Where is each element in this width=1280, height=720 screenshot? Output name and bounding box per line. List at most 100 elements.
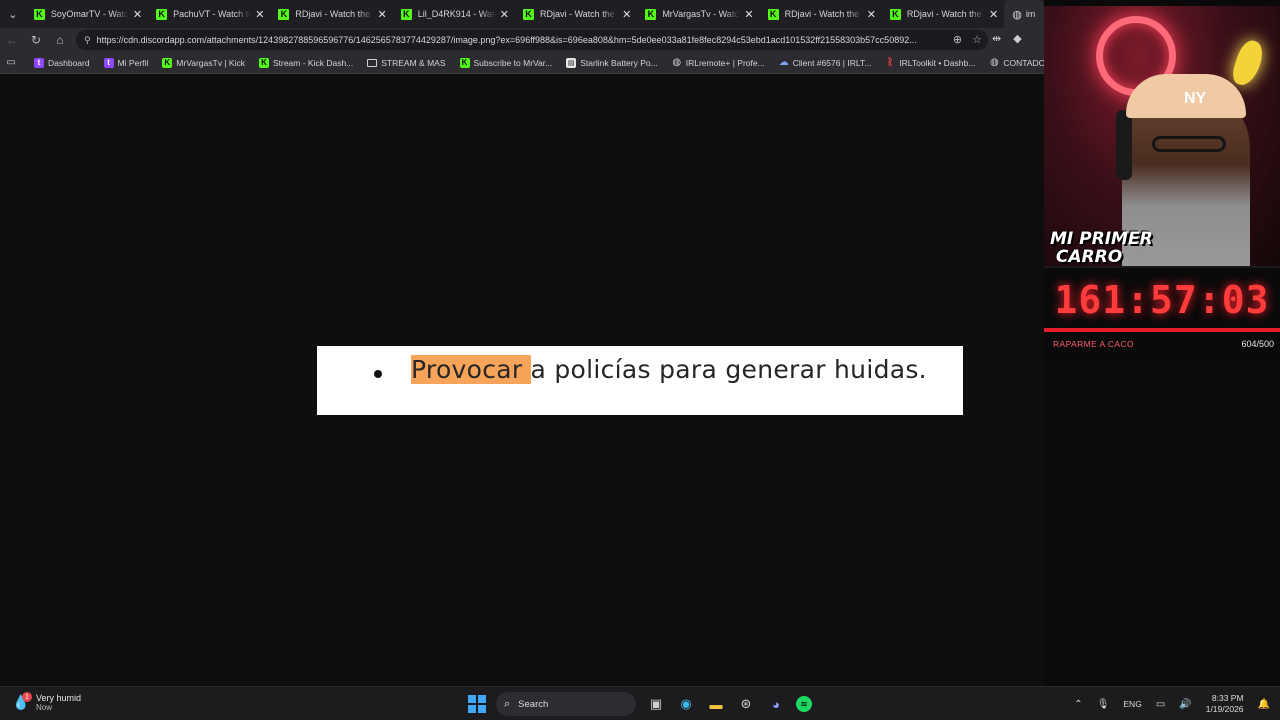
tab-title: PachuVT - Watch the VO xyxy=(173,9,252,19)
refresh-icon[interactable]: ↻ xyxy=(24,33,48,47)
neon-banana xyxy=(1229,37,1267,89)
tab-title: RDjavi - Watch the VOD xyxy=(784,9,863,19)
bookmark-stream-kick-dash[interactable]: K Stream - Kick Dash... xyxy=(258,57,353,68)
browser-tab[interactable]: K RDjavi - Watch the VOD ✕ xyxy=(515,0,637,28)
irltoolkit-icon: ᚱ xyxy=(887,57,894,68)
globe-icon: ◍ xyxy=(672,57,682,68)
headset xyxy=(1116,110,1132,180)
close-icon[interactable]: ✕ xyxy=(133,8,142,21)
menu-icon: ▭ xyxy=(6,57,16,68)
folder-icon xyxy=(367,58,378,67)
bookmark-client[interactable]: ☁ Client #6576 | IRLT... xyxy=(779,57,872,68)
edge-browser-icon[interactable]: ◉ xyxy=(676,694,696,714)
clock-time: 8:33 PM xyxy=(1211,693,1244,703)
notification-badge: 1 xyxy=(22,692,32,702)
weather-subtitle: Now xyxy=(36,703,53,712)
task-view-icon[interactable]: ▣ xyxy=(646,694,666,714)
glasses xyxy=(1152,136,1226,152)
bookmark-mi-perfil[interactable]: t Mi Perfil xyxy=(103,57,148,68)
back-arrow-icon[interactable]: ← xyxy=(0,33,24,47)
kick-icon: K xyxy=(645,8,657,20)
browser-tab[interactable]: K Lil_D4RK914 - Watch th ✕ xyxy=(393,0,515,28)
kick-icon: K xyxy=(767,8,779,20)
bookmark-subscribe[interactable]: K Subscribe to MrVar... xyxy=(459,57,552,68)
home-icon[interactable]: ⌂ xyxy=(48,33,72,47)
browser-tab[interactable]: K MrVargasTv - Watch the ✕ xyxy=(637,0,759,28)
bookmark-irlremote[interactable]: ◍ IRLremote+ | Profe... xyxy=(672,57,764,68)
clock[interactable]: 8:33 PM 1/19/2026 xyxy=(1206,693,1244,715)
browser-tab[interactable]: K RDjavi - Watch the VOD ✕ xyxy=(882,0,1004,28)
bookmarks-bar: ▭ t Dashboard t Mi Perfil K MrVargasTv | Ki… xyxy=(0,52,1051,74)
windows-start-icon[interactable] xyxy=(468,695,486,713)
cap-logo: NY xyxy=(1184,90,1207,107)
kick-icon: K xyxy=(258,57,269,68)
close-icon[interactable]: ✕ xyxy=(500,8,509,21)
tab-title: RDjavi - Watch the VOD xyxy=(540,9,618,19)
language-indicator[interactable]: ENG xyxy=(1123,699,1141,709)
globe-icon: ◍ xyxy=(989,57,999,68)
microphone-icon[interactable]: 🎙 xyxy=(1097,699,1110,710)
notification-bell-icon[interactable]: 🔔 xyxy=(1258,699,1270,710)
image-text-rest: a policías para generar huidas. xyxy=(530,355,927,384)
kick-icon: K xyxy=(889,8,901,20)
browser-tab[interactable]: K RDjavi - Watch the VOD ✕ xyxy=(270,0,392,28)
goal-count: 604/500 xyxy=(1241,339,1274,349)
weather-icon: 💧 1 xyxy=(12,692,32,712)
displayed-image[interactable]: Provocar a policías para generar huidas. xyxy=(317,346,963,415)
bookmark-starlink[interactable]: ▤ Starlink Battery Po... xyxy=(566,57,658,68)
twitch-icon: t xyxy=(103,57,114,68)
close-icon[interactable]: ✕ xyxy=(989,8,998,21)
spotify-icon[interactable]: ≋ xyxy=(796,696,812,712)
close-icon[interactable]: ✕ xyxy=(867,8,876,21)
taskbar: 💧 1 Very humid Now ⌕ Search ▣ ◉ ▬ ⊛ ◕ ≋ ⌃… xyxy=(0,686,1280,720)
webcam-feed: NY MI PRIMER CARRO xyxy=(1044,6,1280,268)
taskbar-search[interactable]: ⌕ Search xyxy=(496,692,636,716)
site-info-icon[interactable]: ⚲ xyxy=(84,35,91,46)
split-screen-icon[interactable]: ⇹ xyxy=(992,32,1001,45)
subathon-timer: 161:57:03 xyxy=(1054,278,1270,322)
kick-icon: K xyxy=(156,8,168,20)
goal-progress-fill xyxy=(1044,328,1280,332)
favorite-star-icon[interactable]: ☆ xyxy=(972,33,982,46)
bookmark-mrvargastv-kick[interactable]: K MrVargasTv | Kick xyxy=(162,57,245,68)
bookmark-menu[interactable]: ▭ xyxy=(6,57,20,68)
zoom-icon[interactable]: ⊕ xyxy=(953,33,962,46)
obs-icon[interactable]: ⊛ xyxy=(736,694,756,714)
weather-title: Very humid xyxy=(36,693,82,703)
volume-icon[interactable]: 🔊 xyxy=(1179,699,1191,710)
browser-tab[interactable]: K RDjavi - Watch the VOD ✕ xyxy=(760,0,882,28)
bookmark-folder-stream-mas[interactable]: STREAM & MAS xyxy=(367,58,446,68)
url-field[interactable]: ⚲ https://cdn.discordapp.com/attachments… xyxy=(76,30,988,50)
goal-label: RAPARME A CACO xyxy=(1053,339,1135,349)
bookmark-contador[interactable]: ◍ CONTADOR xyxy=(989,57,1051,68)
tab-title: RDjavi - Watch the VOD xyxy=(906,9,985,19)
discord-icon[interactable]: ◕ xyxy=(766,694,786,714)
tab-bar: ⌄ K SoyOmarTV - Watch the ✕ K PachuVT - … xyxy=(0,0,1045,28)
browser-tab[interactable]: K PachuVT - Watch the VO ✕ xyxy=(148,0,270,28)
close-icon[interactable]: ✕ xyxy=(255,8,264,21)
file-explorer-icon[interactable]: ▬ xyxy=(706,694,726,714)
bookmark-irltoolkit[interactable]: ᚱ IRLToolkit • Dashb... xyxy=(885,57,975,68)
tab-title: RDjavi - Watch the VOD xyxy=(295,9,373,19)
taskbar-apps: ⌕ Search ▣ ◉ ▬ ⊛ ◕ ≋ xyxy=(468,692,812,716)
browser-tab-active[interactable]: ◍ im xyxy=(1004,0,1045,28)
kick-icon: K xyxy=(162,57,173,68)
system-tray: ⌃ 🎙 ENG ▭ 🔊 8:33 PM 1/19/2026 🔔 xyxy=(1074,693,1270,715)
highlighted-word: Provocar xyxy=(411,355,531,384)
network-icon[interactable]: ▭ xyxy=(1156,699,1165,710)
kick-icon: K xyxy=(33,8,45,20)
chevron-up-icon[interactable]: ⌃ xyxy=(1074,699,1082,710)
close-icon[interactable]: ✕ xyxy=(622,8,631,21)
browser-tab[interactable]: K SoyOmarTV - Watch the ✕ xyxy=(26,0,148,28)
close-icon[interactable]: ✕ xyxy=(744,8,753,21)
url-text: https://cdn.discordapp.com/attachments/1… xyxy=(96,35,917,45)
bookmark-dashboard[interactable]: t Dashboard xyxy=(34,57,90,68)
address-bar-row: ← ↻ ⌂ ⚲ https://cdn.discordapp.com/attac… xyxy=(0,28,1044,52)
weather-widget[interactable]: 💧 1 Very humid Now xyxy=(12,692,82,713)
page-viewport: Provocar a policías para generar huidas. xyxy=(0,74,1044,686)
close-icon[interactable]: ✕ xyxy=(378,8,387,21)
extension-icon[interactable]: ◆ xyxy=(1013,32,1021,45)
kick-icon: K xyxy=(400,8,412,20)
globe-icon: ◍ xyxy=(1012,8,1022,21)
tab-list-chevron-icon[interactable]: ⌄ xyxy=(0,0,26,28)
